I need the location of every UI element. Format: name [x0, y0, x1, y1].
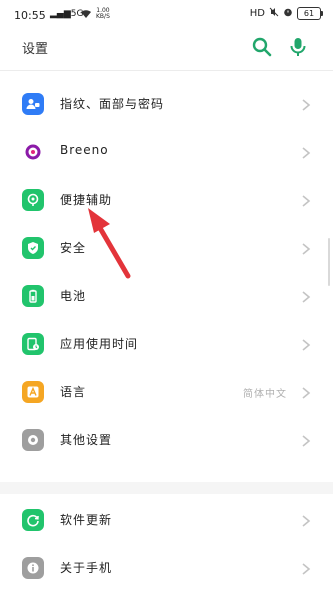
mic-icon[interactable]: [287, 36, 309, 58]
user-security-icon: [22, 93, 44, 115]
chevron-right-icon: [301, 337, 311, 351]
list-item-app-usage-time[interactable]: 应用使用时间: [0, 321, 333, 369]
section-divider: [0, 482, 333, 494]
chevron-right-icon: [301, 145, 311, 159]
network-type: HD: [249, 8, 265, 19]
net-speed: 1.00 KB/S: [96, 7, 110, 20]
page-title: 设置: [22, 42, 49, 57]
list-item-language[interactable]: 语言 简体中文: [0, 369, 333, 417]
list-item-label: Breeno: [60, 143, 109, 157]
list-item-battery[interactable]: 电池: [0, 273, 333, 321]
header-divider: [0, 70, 333, 71]
chevron-right-icon: [301, 513, 311, 527]
list-item-label: 便捷辅助: [60, 193, 113, 207]
list-item-value: 简体中文: [243, 389, 287, 400]
chevron-right-icon: [301, 289, 311, 303]
chevron-right-icon: [301, 241, 311, 255]
chevron-right-icon: [301, 193, 311, 207]
chevron-right-icon: [301, 97, 311, 111]
mute-icon: [269, 7, 279, 20]
list-item-label: 电池: [60, 289, 87, 303]
list-item-label: 语言: [60, 385, 87, 399]
list-item-label: 指纹、面部与密码: [60, 97, 165, 111]
list-item-other-settings[interactable]: 其他设置: [0, 417, 333, 465]
chevron-right-icon: [301, 433, 311, 447]
header: 设置: [0, 30, 333, 68]
update-icon: [22, 509, 44, 531]
status-time: 10:55: [14, 9, 46, 22]
alarm-icon: [283, 7, 293, 20]
list-item-label: 关于手机: [60, 561, 113, 575]
scrollbar[interactable]: [328, 238, 330, 286]
hand-assist-icon: [22, 189, 44, 211]
list-item-fingerprint[interactable]: 指纹、面部与密码: [0, 81, 333, 129]
list-item-security[interactable]: 安全: [0, 225, 333, 273]
signal-icon: ▂▄▆5G: [50, 9, 84, 19]
list-item-convenient-assist[interactable]: 便捷辅助: [0, 177, 333, 225]
search-icon[interactable]: [251, 36, 273, 58]
info-icon: [22, 557, 44, 579]
status-bar: 10:55 ▂▄▆5G 1.00 KB/S HD 61: [0, 0, 333, 30]
list-item-about-phone[interactable]: 关于手机: [0, 545, 333, 593]
wifi-icon: [80, 9, 92, 22]
shield-icon: [22, 237, 44, 259]
list-item-label: 其他设置: [60, 433, 113, 447]
list-item-breeno[interactable]: Breeno: [0, 129, 333, 177]
chevron-right-icon: [301, 561, 311, 575]
battery-indicator: 61: [297, 7, 323, 20]
list-item-label: 安全: [60, 241, 87, 255]
language-icon: [22, 381, 44, 403]
other-settings-icon: [22, 429, 44, 451]
app-time-icon: [22, 333, 44, 355]
list-item-software-update[interactable]: 软件更新: [0, 497, 333, 545]
list-item-label: 应用使用时间: [60, 337, 139, 351]
breeno-icon: [22, 141, 44, 163]
battery-icon: [22, 285, 44, 307]
chevron-right-icon: [301, 385, 311, 399]
list-item-label: 软件更新: [60, 513, 113, 527]
